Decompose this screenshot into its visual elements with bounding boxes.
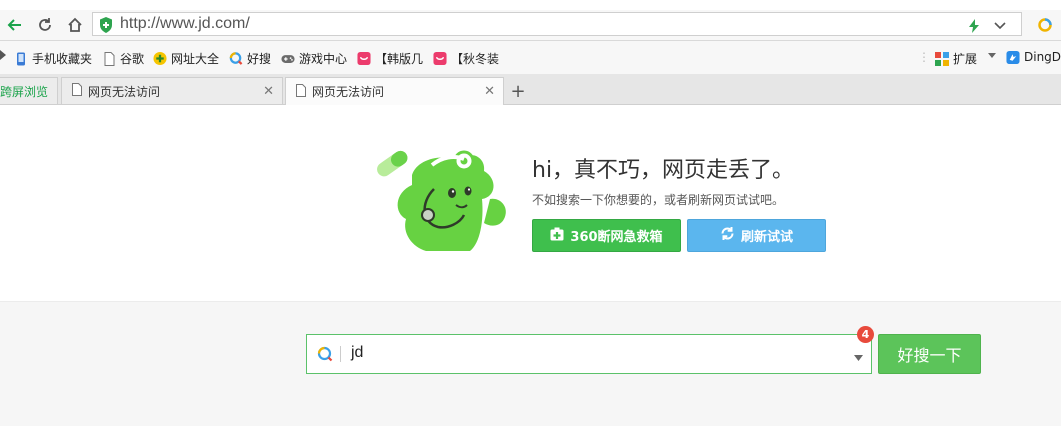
address-toolbar: http://www.jd.com/ — [0, 10, 1061, 41]
search-query: jd — [351, 344, 364, 361]
tab-inactive[interactable]: 网页无法访问 ✕ — [61, 77, 283, 104]
shopping-bag-icon — [357, 51, 371, 66]
ie-icon — [153, 51, 167, 66]
shopping-bag-icon — [433, 51, 447, 66]
extensions-label: 扩展 — [953, 52, 978, 66]
tab-label: 网页无法访问 — [312, 85, 385, 99]
bookmark-item[interactable]: 【韩版几 — [357, 50, 423, 67]
bookmark-item[interactable]: 【秋冬装 — [433, 50, 499, 67]
error-subtitle: 不如搜索一下你想要的，或者刷新网页试试吧。 — [532, 193, 785, 207]
suggestion-count-badge: 4 — [857, 326, 874, 343]
search-divider — [340, 346, 341, 362]
bookmark-label: 谷歌 — [120, 52, 145, 66]
bookmark-label: 游戏中心 — [299, 52, 348, 66]
chevron-down-icon[interactable] — [854, 350, 863, 364]
dingding-icon — [1006, 50, 1020, 64]
grid-icon — [935, 51, 949, 66]
first-aid-kit-icon — [550, 227, 564, 245]
lightning-icon[interactable] — [968, 19, 980, 36]
gamepad-icon — [281, 52, 295, 66]
dingding-label: DingD — [1024, 50, 1061, 64]
error-title: hi，真不巧，网页走丢了。 — [532, 158, 795, 183]
phone-icon — [14, 52, 28, 66]
back-button[interactable] — [4, 14, 26, 36]
haosou-icon — [229, 52, 243, 66]
bookmark-item[interactable]: 网址大全 — [153, 50, 219, 67]
bookmark-item[interactable]: 游戏中心 — [281, 50, 347, 67]
tab-cross-screen[interactable]: 跨屏浏览 — [0, 77, 58, 104]
bookmark-label: 【韩版几 — [375, 52, 424, 66]
network-rescue-button[interactable]: 360断网急救箱 — [532, 219, 681, 252]
bookmark-label: 网址大全 — [171, 52, 220, 66]
close-icon[interactable]: ✕ — [263, 84, 274, 99]
bookmark-label: 【秋冬装 — [451, 52, 500, 66]
bookmarks-menu-arrow[interactable] — [0, 50, 6, 60]
search-engine-button[interactable] — [1034, 14, 1056, 36]
chevron-down-icon[interactable] — [994, 20, 1006, 34]
page-icon — [296, 83, 306, 100]
extensions-button[interactable]: 扩展 — [935, 50, 977, 67]
close-icon[interactable]: ✕ — [484, 84, 495, 99]
search-button[interactable]: 好搜一下 — [878, 334, 981, 374]
search-input[interactable]: jd 4 — [306, 326, 874, 374]
back-arrow-icon — [7, 19, 21, 31]
refresh-try-button[interactable]: 刷新试试 — [687, 219, 826, 252]
tab-strip: 跨屏浏览 网页无法访问 ✕ 网页无法访问 ✕ + — [0, 74, 1061, 105]
network-rescue-label: 360断网急救箱 — [570, 230, 663, 245]
refresh-button[interactable] — [34, 14, 56, 36]
bookmarks-bar: 手机收藏夹 谷歌 网址大全 好搜 游戏中心 【韩版几 【秋冬装 ⋮ 扩展 Din… — [0, 41, 1061, 74]
haosou-icon — [317, 346, 333, 365]
page-icon — [72, 83, 82, 99]
tab-active[interactable]: 网页无法访问 ✕ — [285, 77, 504, 105]
dingding-extension[interactable]: DingD — [1006, 50, 1061, 64]
refresh-icon — [720, 226, 735, 245]
security-shield-icon — [99, 17, 113, 36]
bookmark-item[interactable]: 好搜 — [229, 50, 271, 67]
bookmark-item[interactable]: 谷歌 — [102, 50, 144, 67]
error-panel: hi，真不巧，网页走丢了。 不如搜索一下你想要的，或者刷新网页试试吧。 360断… — [0, 105, 1061, 302]
refresh-icon — [39, 18, 51, 31]
home-button[interactable] — [64, 14, 86, 36]
extensions-dropdown-icon[interactable] — [988, 53, 996, 58]
bookmark-label: 手机收藏夹 — [32, 52, 93, 66]
doctor-mascot-illustration — [377, 150, 506, 251]
tab-label: 网页无法访问 — [88, 84, 161, 99]
bookmarks-overflow-icon[interactable]: ⋮ — [918, 50, 930, 64]
refresh-try-label: 刷新试试 — [740, 230, 793, 245]
url-field[interactable]: http://www.jd.com/ — [92, 12, 1022, 36]
bookmark-item[interactable]: 手机收藏夹 — [14, 50, 92, 67]
search-region: jd 4 好搜一下 — [0, 302, 1061, 426]
bookmark-label: 好搜 — [247, 52, 272, 66]
url-text: http://www.jd.com/ — [120, 15, 250, 32]
haosou-icon — [1038, 18, 1052, 32]
new-tab-button[interactable]: + — [507, 80, 529, 102]
tab-label: 跨屏浏览 — [0, 84, 49, 99]
page-icon — [102, 51, 116, 66]
home-icon — [68, 17, 82, 32]
plus-icon: + — [510, 80, 526, 102]
